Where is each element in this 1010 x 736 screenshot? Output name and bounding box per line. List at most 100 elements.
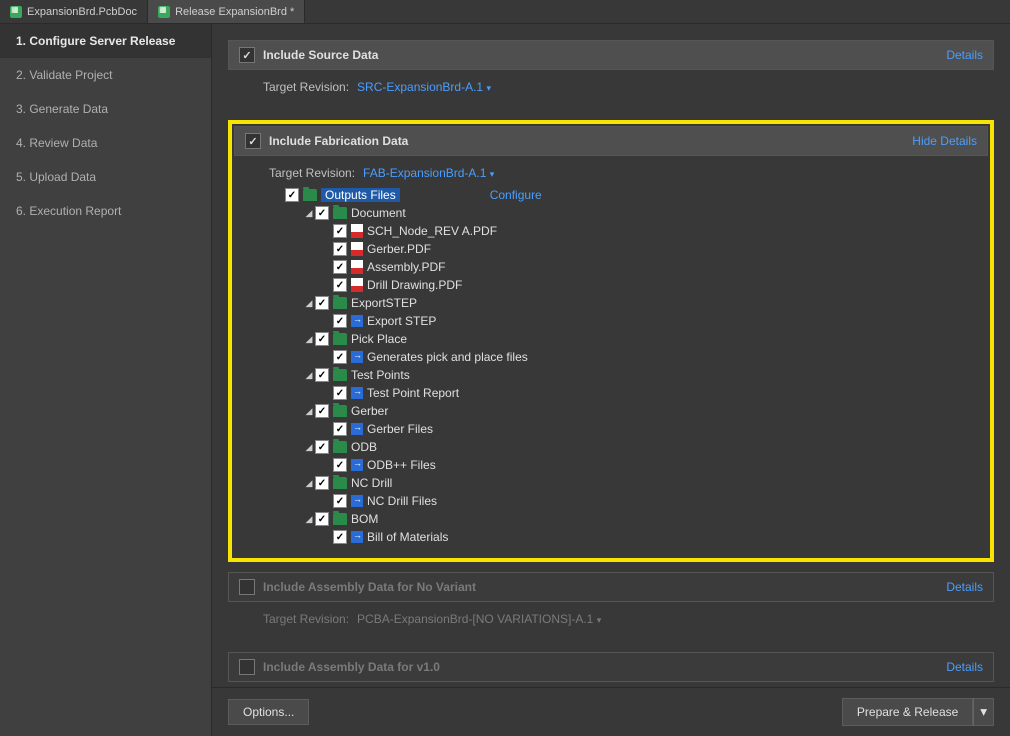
section-checkbox-source[interactable] [239, 47, 255, 63]
sidebar-item-execution[interactable]: 6. Execution Report [0, 194, 211, 228]
details-link[interactable]: Details [946, 660, 983, 674]
expander-icon[interactable]: ◢ [303, 208, 315, 219]
tree-label[interactable]: Test Point Report [367, 386, 459, 400]
sidebar-item-review[interactable]: 4. Review Data [0, 126, 211, 160]
tree-group[interactable]: ◢ Test Points [303, 366, 978, 384]
details-link[interactable]: Details [946, 48, 983, 62]
section-header-asm-v1[interactable]: Include Assembly Data for v1.0 Details [228, 652, 994, 682]
options-button[interactable]: Options... [228, 699, 309, 725]
expander-icon[interactable]: ◢ [303, 514, 315, 525]
tree-item[interactable]: NC Drill Files [321, 492, 978, 510]
tree-label[interactable]: Assembly.PDF [367, 260, 445, 274]
tree-group[interactable]: ◢ ODB [303, 438, 978, 456]
details-link[interactable]: Details [946, 580, 983, 594]
prepare-release-caret[interactable]: ▾ [973, 698, 994, 726]
tree-label[interactable]: SCH_Node_REV A.PDF [367, 224, 497, 238]
tree-item[interactable]: Export STEP [321, 312, 978, 330]
tree-label[interactable]: NC Drill Files [367, 494, 437, 508]
prepare-release-button[interactable]: Prepare & Release [842, 698, 973, 726]
tree-label[interactable]: ExportSTEP [351, 296, 417, 310]
tree-label[interactable]: Drill Drawing.PDF [367, 278, 462, 292]
tree-label[interactable]: BOM [351, 512, 378, 526]
tree-checkbox[interactable] [333, 350, 347, 364]
tree-checkbox[interactable] [315, 296, 329, 310]
tree-item[interactable]: Test Point Report [321, 384, 978, 402]
tree-group[interactable]: ◢ ExportSTEP [303, 294, 978, 312]
tree-item[interactable]: Gerber.PDF [321, 240, 978, 258]
tree-checkbox[interactable] [333, 314, 347, 328]
target-value-link[interactable]: FAB-ExpansionBrd-A.1 ▾ [363, 166, 494, 180]
tree-checkbox[interactable] [315, 440, 329, 454]
folder-icon [333, 297, 347, 309]
tree-checkbox[interactable] [315, 476, 329, 490]
folder-icon [333, 513, 347, 525]
section-checkbox-asm-nv[interactable] [239, 579, 255, 595]
tree-group[interactable]: ◢ BOM [303, 510, 978, 528]
tree-label[interactable]: Pick Place [351, 332, 407, 346]
tree-checkbox[interactable] [333, 494, 347, 508]
tree-label[interactable]: Outputs Files [321, 188, 400, 202]
sidebar-item-configure[interactable]: 1. Configure Server Release [0, 24, 211, 58]
tree-item[interactable]: SCH_Node_REV A.PDF [321, 222, 978, 240]
tree-label[interactable]: Export STEP [367, 314, 436, 328]
tree-checkbox[interactable] [333, 278, 347, 292]
tree-checkbox[interactable] [333, 458, 347, 472]
tree-checkbox[interactable] [285, 188, 299, 202]
tree-label[interactable]: ODB++ Files [367, 458, 436, 472]
tree-label[interactable]: NC Drill [351, 476, 392, 490]
target-value-link[interactable]: SRC-ExpansionBrd-A.1 ▾ [357, 80, 491, 94]
section-header-asm-nv[interactable]: Include Assembly Data for No Variant Det… [228, 572, 994, 602]
tree-group[interactable]: ◢ Pick Place [303, 330, 978, 348]
tree-group[interactable]: ◢ Document [303, 204, 978, 222]
tree-item[interactable]: Generates pick and place files [321, 348, 978, 366]
tree-label[interactable]: Generates pick and place files [367, 350, 528, 364]
output-tree: Outputs Files Configure ◢ Document SCH_Nod… [285, 186, 978, 546]
hide-details-link[interactable]: Hide Details [912, 134, 977, 148]
tree-checkbox[interactable] [333, 530, 347, 544]
tree-checkbox[interactable] [333, 242, 347, 256]
tree-checkbox[interactable] [333, 224, 347, 238]
tree-label[interactable]: Document [351, 206, 406, 220]
section-header-fab[interactable]: Include Fabrication Data Hide Details [234, 126, 988, 156]
tree-checkbox[interactable] [315, 404, 329, 418]
section-checkbox-asm-v1[interactable] [239, 659, 255, 675]
sidebar-item-upload[interactable]: 5. Upload Data [0, 160, 211, 194]
tab-release[interactable]: Release ExpansionBrd * [148, 0, 305, 23]
sidebar-item-validate[interactable]: 2. Validate Project [0, 58, 211, 92]
sidebar-item-generate[interactable]: 3. Generate Data [0, 92, 211, 126]
tree-item[interactable]: Assembly.PDF [321, 258, 978, 276]
tree-label[interactable]: Gerber Files [367, 422, 433, 436]
tree-label[interactable]: Bill of Materials [367, 530, 448, 544]
tree-checkbox[interactable] [315, 206, 329, 220]
tree-label[interactable]: ODB [351, 440, 377, 454]
section-checkbox-fab[interactable] [245, 133, 261, 149]
target-row: Target Revision: FAB-ExpansionBrd-A.1 ▾ [269, 166, 978, 180]
tree-item[interactable]: Gerber Files [321, 420, 978, 438]
tree-label[interactable]: Test Points [351, 368, 410, 382]
tree-group[interactable]: ◢ Gerber [303, 402, 978, 420]
tree-group[interactable]: ◢ NC Drill [303, 474, 978, 492]
tree-checkbox[interactable] [333, 422, 347, 436]
tree-label[interactable]: Gerber [351, 404, 388, 418]
tree-item[interactable]: Drill Drawing.PDF [321, 276, 978, 294]
expander-icon[interactable]: ◢ [303, 370, 315, 381]
expander-icon[interactable]: ◢ [303, 298, 315, 309]
tree-checkbox[interactable] [333, 260, 347, 274]
expander-icon[interactable]: ◢ [303, 478, 315, 489]
tree-checkbox[interactable] [333, 386, 347, 400]
target-value-link[interactable]: PCBA-ExpansionBrd-[NO VARIATIONS]-A.1 ▾ [357, 612, 601, 626]
expander-icon[interactable]: ◢ [303, 334, 315, 345]
tree-item[interactable]: ODB++ Files [321, 456, 978, 474]
expander-icon[interactable]: ◢ [303, 442, 315, 453]
expander-icon[interactable]: ◢ [303, 406, 315, 417]
tree-label[interactable]: Gerber.PDF [367, 242, 431, 256]
tree-checkbox[interactable] [315, 332, 329, 346]
tree-checkbox[interactable] [315, 512, 329, 526]
tree-root[interactable]: Outputs Files Configure [285, 186, 978, 204]
tab-pcbdoc[interactable]: ExpansionBrd.PcbDoc [0, 0, 148, 23]
tree-checkbox[interactable] [315, 368, 329, 382]
configure-link[interactable]: Configure [490, 188, 542, 202]
section-body-fab: Target Revision: FAB-ExpansionBrd-A.1 ▾ … [234, 156, 988, 556]
tree-item[interactable]: Bill of Materials [321, 528, 978, 546]
section-header-source[interactable]: Include Source Data Details [228, 40, 994, 70]
